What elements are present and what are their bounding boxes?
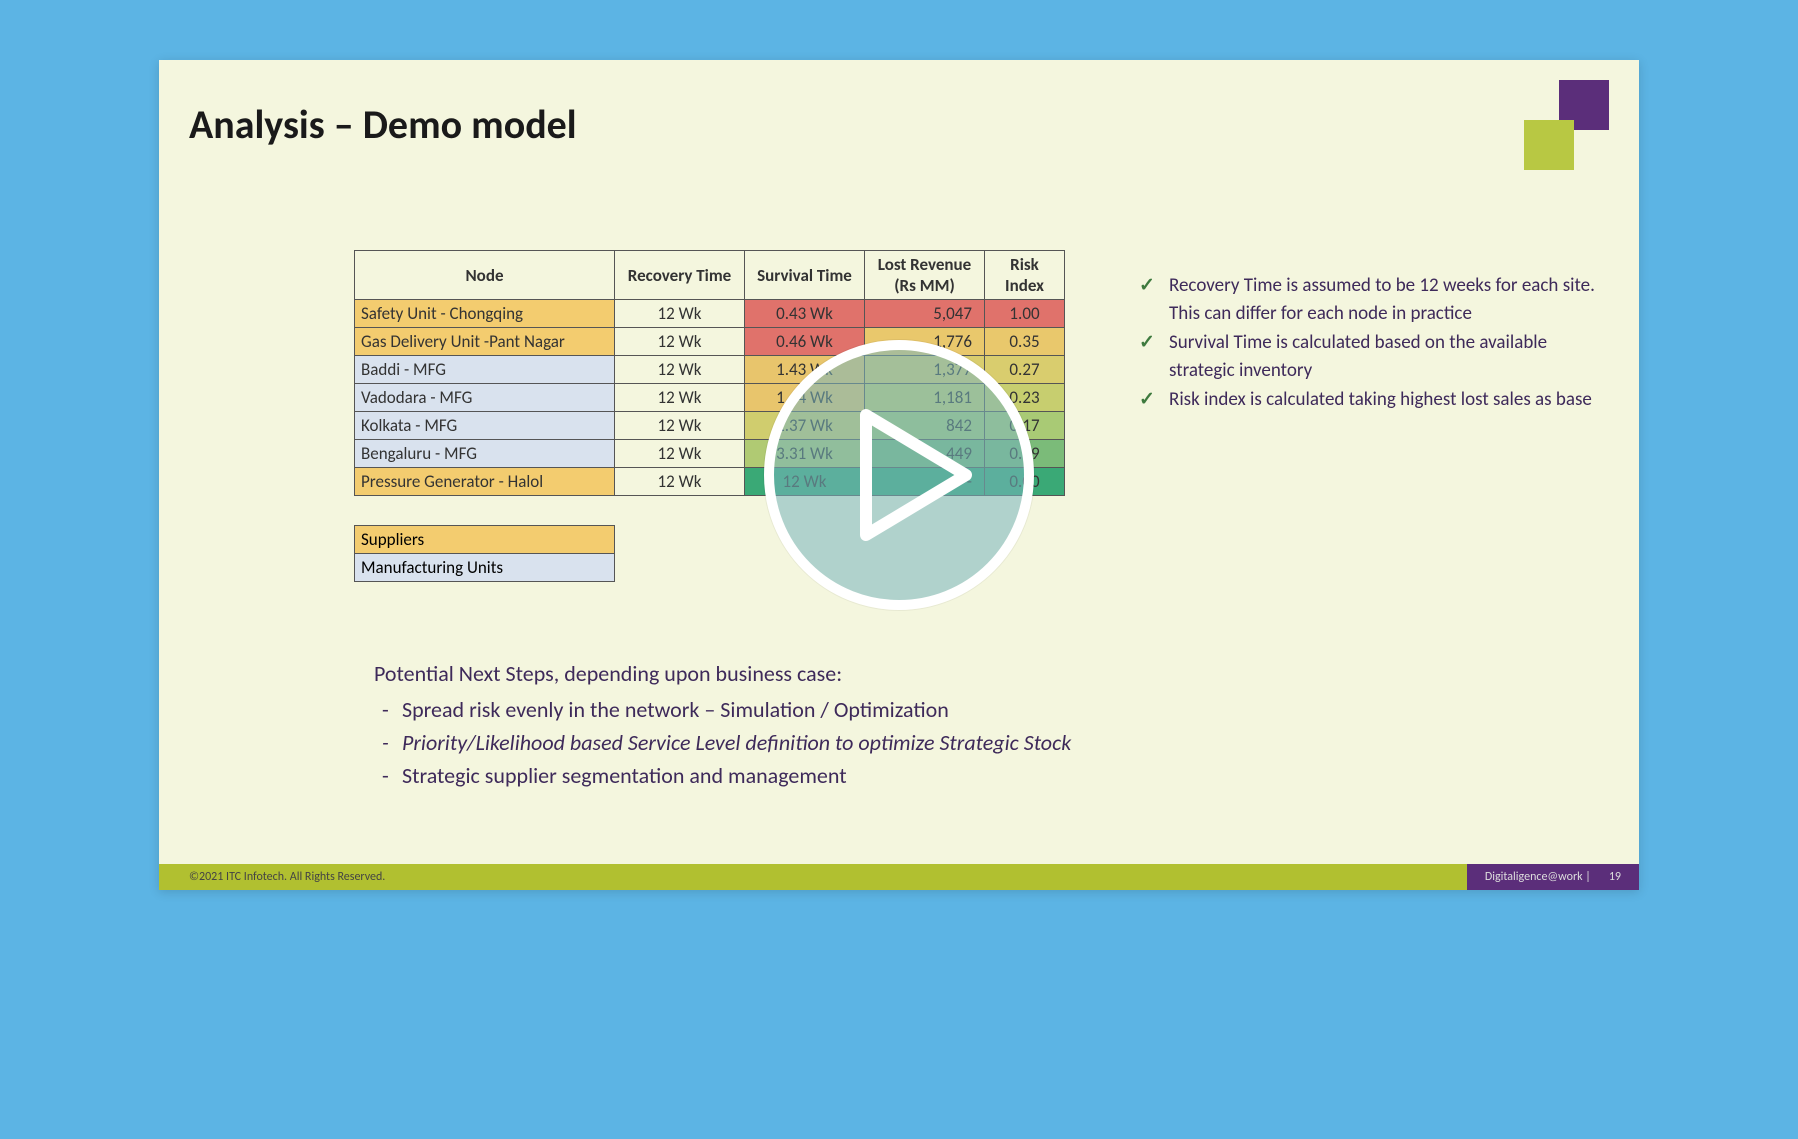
cell-node: Safety Unit - Chongqing xyxy=(355,300,615,328)
cell-recovery: 12 Wk xyxy=(615,356,745,384)
col-risk: Risk Index xyxy=(985,251,1065,300)
check-icon: ✓ xyxy=(1139,272,1155,300)
cell-recovery: 12 Wk xyxy=(615,384,745,412)
col-node: Node xyxy=(355,251,615,300)
table-header-row: Node Recovery Time Survival Time Lost Re… xyxy=(355,251,1065,300)
check-icon: ✓ xyxy=(1139,386,1155,414)
legend-mfg: Manufacturing Units xyxy=(355,554,615,582)
slide: Analysis – Demo model Node Recovery Time… xyxy=(159,60,1639,890)
footer: ©2021 ITC Infotech. All Rights Reserved.… xyxy=(159,864,1639,890)
note-item: ✓Recovery Time is assumed to be 12 weeks… xyxy=(1139,272,1599,327)
cell-node: Baddi - MFG xyxy=(355,356,615,384)
cell-node: Pressure Generator - Halol xyxy=(355,468,615,496)
footer-page: 19 xyxy=(1609,870,1621,884)
col-recovery: Recovery Time xyxy=(615,251,745,300)
cell-recovery: 12 Wk xyxy=(615,412,745,440)
cell-lost: 5,047 xyxy=(865,300,985,328)
cell-recovery: 12 Wk xyxy=(615,440,745,468)
check-icon: ✓ xyxy=(1139,329,1155,357)
play-icon xyxy=(856,405,976,545)
col-lost: Lost Revenue (Rs MM) xyxy=(865,251,985,300)
note-item: ✓Survival Time is calculated based on th… xyxy=(1139,329,1599,384)
next-steps: Potential Next Steps, depending upon bus… xyxy=(374,660,1274,792)
deco-square-green xyxy=(1524,120,1574,170)
next-step-item: Spread risk evenly in the network – Simu… xyxy=(374,693,1274,726)
play-button[interactable] xyxy=(764,340,1034,610)
next-steps-header: Potential Next Steps, depending upon bus… xyxy=(374,660,1274,687)
cell-risk: 0.27 xyxy=(985,356,1065,384)
cell-node: Gas Delivery Unit -Pant Nagar xyxy=(355,328,615,356)
cell-risk: 0.35 xyxy=(985,328,1065,356)
legend-suppliers: Suppliers xyxy=(355,526,615,554)
legend-table: Suppliers Manufacturing Units xyxy=(354,525,615,582)
note-item: ✓Risk index is calculated taking highest… xyxy=(1139,386,1599,414)
notes-list: ✓Recovery Time is assumed to be 12 weeks… xyxy=(1139,272,1599,416)
col-survival: Survival Time xyxy=(745,251,865,300)
cell-recovery: 12 Wk xyxy=(615,468,745,496)
next-step-item: Strategic supplier segmentation and mana… xyxy=(374,759,1274,792)
cell-recovery: 12 Wk xyxy=(615,328,745,356)
footer-brand-block: Digitaligence@work | 19 xyxy=(1467,864,1639,890)
cell-node: Vadodara - MFG xyxy=(355,384,615,412)
footer-copyright: ©2021 ITC Infotech. All Rights Reserved. xyxy=(159,870,1467,884)
cell-node: Kolkata - MFG xyxy=(355,412,615,440)
cell-recovery: 12 Wk xyxy=(615,300,745,328)
cell-risk: 1.00 xyxy=(985,300,1065,328)
table-row: Gas Delivery Unit -Pant Nagar12 Wk0.46 W… xyxy=(355,328,1065,356)
next-step-item: Priority/Likelihood based Service Level … xyxy=(374,726,1274,759)
footer-brand: Digitaligence@work | xyxy=(1485,870,1591,884)
page-title: Analysis – Demo model xyxy=(189,100,577,149)
table-row: Safety Unit - Chongqing12 Wk0.43 Wk5,047… xyxy=(355,300,1065,328)
cell-survival: 0.43 Wk xyxy=(745,300,865,328)
cell-node: Bengaluru - MFG xyxy=(355,440,615,468)
